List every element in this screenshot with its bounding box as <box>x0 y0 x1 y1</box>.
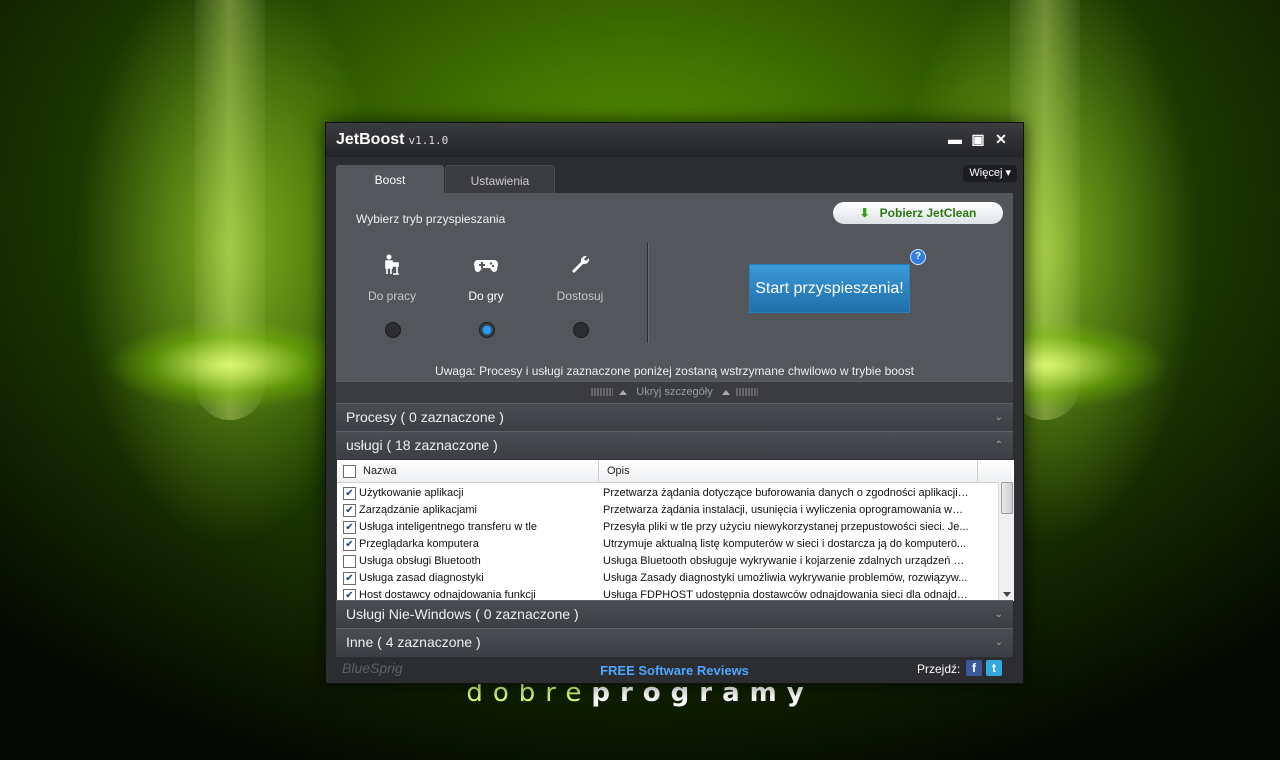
wrench-icon <box>572 255 590 273</box>
hide-details-label: Ukryj szczegóły <box>636 386 713 398</box>
jetboost-window: JetBoost v1.1.0 ▬ ▣ ✕ Boost Ustawienia Wi… <box>325 122 1024 684</box>
service-description: Przetwarza żądania instalacji, usunięcia… <box>603 504 969 516</box>
grip-icon <box>735 388 758 397</box>
mode-work[interactable]: Do pracy <box>352 253 432 303</box>
service-description: Przesyła pliki w tle przy użyciu niewyko… <box>603 521 969 533</box>
service-name: Użytkowanie aplikacji <box>359 487 464 499</box>
row-checkbox[interactable]: ✔ <box>343 538 356 551</box>
mode-custom-label: Dostosuj <box>556 289 604 303</box>
mode-custom[interactable]: Dostosuj <box>540 253 620 303</box>
more-button[interactable]: Więcej ▾ <box>963 165 1017 182</box>
section-non-windows[interactable]: Usługi Nie-Windows ( 0 zaznaczone ) ⌄ <box>336 600 1013 629</box>
table-row[interactable]: Usługa obsługi Bluetooth Usługa Bluetooth… <box>337 553 997 570</box>
divider <box>647 243 649 343</box>
service-description: Utrzymuje aktualną listę komputerów w si… <box>603 538 967 550</box>
table-row[interactable]: ✔ Użytkowanie aplikacji Przetwarza żądania… <box>337 485 997 502</box>
collapse-chevron-icon: ⌃ <box>994 440 1003 451</box>
table-row[interactable]: ✔ Usługa zasad diagnostyki Usługa Zasady d… <box>337 570 997 587</box>
help-icon[interactable]: ? <box>910 249 926 265</box>
row-checkbox[interactable]: ✔ <box>343 572 356 585</box>
row-checkbox[interactable] <box>343 555 356 568</box>
facebook-icon[interactable]: f <box>966 660 982 676</box>
tab-settings[interactable]: Ustawienia <box>445 165 555 194</box>
services-table: Nazwa Opis ✔ Użytkowanie aplikacji Przetwa… <box>336 459 1015 602</box>
mode-label: Wybierz tryb przyspieszania <box>356 212 506 226</box>
service-name: Usługa inteligentnego transferu w tle <box>359 521 537 533</box>
table-row[interactable]: ✔ Usługa inteligentnego transferu w tle Pr… <box>337 519 997 536</box>
gamepad-icon <box>474 260 498 272</box>
twitter-icon[interactable]: t <box>986 660 1002 676</box>
table-row[interactable]: ✔ Przeglądarka komputera Utrzymuje aktualn… <box>337 536 997 553</box>
worker-icon <box>385 254 399 275</box>
service-name: Przeglądarka komputera <box>359 538 479 550</box>
boost-panel: Wybierz tryb przyspieszania Do pracy Do … <box>336 193 1013 381</box>
service-description: Usługa Zasady diagnostyki umożliwia wykr… <box>603 572 968 584</box>
tab-boost[interactable]: Boost <box>336 165 444 193</box>
service-name: Zarządzanie aplikacjami <box>359 504 477 516</box>
collapse-arrow-icon <box>619 389 628 395</box>
download-icon: ⬇ <box>859 206 870 220</box>
service-description: Przetwarza żądania dotyczące buforowania… <box>603 487 969 499</box>
scrollbar[interactable] <box>998 482 1014 601</box>
wallpaper-glow <box>105 320 355 410</box>
mode-game-radio[interactable] <box>479 322 495 338</box>
close-button[interactable]: ✕ <box>993 131 1009 147</box>
table-row[interactable]: ✔ Zarządzanie aplikacjami Przetwarza żądan… <box>337 502 997 519</box>
expand-chevron-icon: ⌄ <box>994 609 1003 620</box>
maximize-button[interactable]: ▣ <box>970 131 986 147</box>
service-name: Usługa zasad diagnostyki <box>359 572 484 584</box>
grip-icon <box>591 388 614 397</box>
section-title: Inne ( 4 zaznaczone ) <box>346 634 481 650</box>
table-header: Nazwa Opis <box>337 460 1012 483</box>
minimize-button[interactable]: ▬ <box>947 131 963 147</box>
service-description: Usługa Bluetooth obsługuje wykrywanie i … <box>603 555 969 567</box>
start-boost-button[interactable]: Start przyspieszenia! <box>749 264 910 313</box>
section-services[interactable]: usługi ( 18 zaznaczone ) ⌃ <box>336 431 1013 460</box>
scroll-down-icon[interactable] <box>1003 592 1011 597</box>
download-jetclean-button[interactable]: ⬇ Pobierz JetClean <box>833 202 1003 224</box>
section-title: usługi ( 18 zaznaczone ) <box>346 437 498 453</box>
section-title: Procesy ( 0 zaznaczone ) <box>346 409 504 425</box>
scrollbar-thumb[interactable] <box>1001 482 1013 514</box>
notice-text: Uwaga: Procesy i usługi zaznaczone poniż… <box>435 364 914 378</box>
hide-details-toggle[interactable]: Ukryj szczegóły <box>336 381 1013 403</box>
section-other[interactable]: Inne ( 4 zaznaczone ) ⌄ <box>336 628 1013 657</box>
expand-chevron-icon: ⌄ <box>994 412 1003 423</box>
mode-custom-radio[interactable] <box>573 322 589 338</box>
title-bar[interactable]: JetBoost v1.1.0 ▬ ▣ ✕ <box>326 123 1023 157</box>
collapse-arrow-icon <box>721 389 730 395</box>
column-name[interactable]: Nazwa <box>363 465 397 477</box>
row-checkbox[interactable]: ✔ <box>343 521 356 534</box>
footer: BlueSprig FREE Software Reviews Przejdź:… <box>326 656 1023 683</box>
row-checkbox[interactable]: ✔ <box>343 487 356 500</box>
mode-game[interactable]: Do gry <box>446 253 526 303</box>
mode-work-radio[interactable] <box>385 322 401 338</box>
select-all-checkbox[interactable] <box>343 465 356 478</box>
version-label: v1.1.0 <box>408 134 449 147</box>
section-title: Usługi Nie-Windows ( 0 zaznaczone ) <box>346 606 579 622</box>
row-checkbox[interactable]: ✔ <box>343 504 356 517</box>
mode-work-label: Do pracy <box>367 289 417 303</box>
section-processes[interactable]: Procesy ( 0 zaznaczone ) ⌄ <box>336 403 1013 432</box>
goto-label: Przejdź: <box>917 662 961 676</box>
window-title: JetBoost v1.1.0 <box>336 131 449 148</box>
mode-game-label: Do gry <box>468 289 504 303</box>
column-description[interactable]: Opis <box>607 465 630 477</box>
service-name: Usługa obsługi Bluetooth <box>359 555 481 567</box>
expand-chevron-icon: ⌄ <box>994 637 1003 648</box>
